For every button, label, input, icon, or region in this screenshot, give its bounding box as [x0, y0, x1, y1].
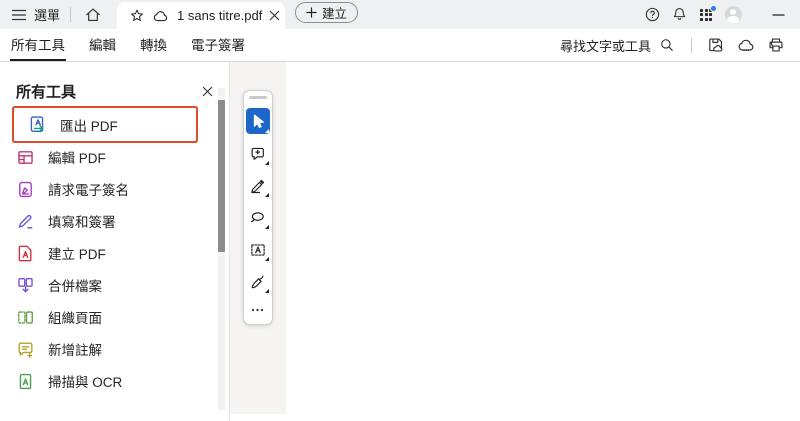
- more-tools[interactable]: ...: [251, 300, 265, 318]
- panel-scrollbar-thumb[interactable]: [218, 100, 225, 252]
- apps-grid-icon[interactable]: [694, 3, 718, 27]
- tool-item-label: 組織頁面: [48, 311, 102, 326]
- hamburger-icon: [10, 3, 28, 27]
- tool-item-create-pdf[interactable]: 建立 PDF: [0, 237, 229, 269]
- tool-item-label: 匯出 PDF: [60, 118, 118, 134]
- scan-ocr-icon: [16, 372, 35, 391]
- panel-title: 所有工具: [16, 83, 77, 101]
- tab-esign[interactable]: 電子簽署: [190, 29, 246, 61]
- home-button[interactable]: [81, 3, 105, 27]
- document-tab[interactable]: 1 sans titre.pdf: [117, 2, 286, 29]
- edit-pdf-icon: [16, 148, 35, 167]
- star-icon[interactable]: [129, 8, 145, 24]
- tool-item-add-comments[interactable]: 新增註解: [0, 333, 229, 365]
- create-button[interactable]: 建立: [295, 2, 359, 23]
- add-comment-tool[interactable]: [246, 142, 270, 166]
- tool-item-combine-files[interactable]: 合併檔案: [0, 269, 229, 301]
- panel-close-icon[interactable]: [197, 81, 217, 101]
- quick-tools-toolbar: ...: [243, 90, 273, 325]
- app-toolbar: 所有工具 編輯 轉換 電子簽署 尋找文字或工具: [0, 29, 800, 62]
- print-icon[interactable]: [764, 33, 788, 57]
- select-tool[interactable]: [246, 108, 270, 134]
- panel-scrollbar-track[interactable]: [218, 88, 225, 410]
- find-label: 尋找文字或工具: [559, 38, 651, 54]
- plus-icon: [306, 7, 317, 18]
- tool-item-edit-pdf[interactable]: 編輯 PDF: [0, 141, 229, 173]
- organize-pages-icon: [16, 308, 35, 327]
- tool-item-label: 編輯 PDF: [48, 151, 106, 166]
- find-tools-button[interactable]: 尋找文字或工具: [560, 36, 675, 55]
- combine-files-icon: [16, 276, 35, 295]
- divider: [70, 7, 72, 22]
- tool-item-label: 掃描與 OCR: [48, 375, 123, 390]
- fill-sign-icon: [16, 212, 35, 231]
- menu-button[interactable]: 選單: [10, 3, 60, 27]
- toolbar-tabs: 所有工具 編輯 轉換 電子簽署: [10, 29, 268, 61]
- cloud-upload-icon[interactable]: [734, 33, 758, 57]
- tool-item-label: 新增註解: [48, 343, 102, 358]
- bell-icon[interactable]: [667, 3, 691, 27]
- add-text-tool[interactable]: [246, 238, 270, 262]
- tab-edit[interactable]: 編輯: [88, 29, 117, 61]
- sign-tool[interactable]: [246, 270, 270, 294]
- tool-item-scan-ocr[interactable]: 掃描與 OCR: [0, 365, 229, 397]
- tool-list: 匯出 PDF 編輯 PDF 請求電子簽名 填寫和簽署 建立 PDF 合併檔案 組…: [0, 108, 229, 397]
- all-tools-panel: 所有工具 匯出 PDF 編輯 PDF 請求電子簽名 填寫和簽署 建立 PDF 合…: [0, 62, 230, 421]
- lasso-tool[interactable]: [246, 206, 270, 230]
- divider: [691, 37, 692, 53]
- menu-label: 選單: [34, 8, 61, 23]
- search-icon: [659, 37, 675, 53]
- add-comments-icon: [16, 340, 35, 359]
- content-area: 所有工具 匯出 PDF 編輯 PDF 請求電子簽名 填寫和簽署 建立 PDF 合…: [0, 62, 800, 421]
- highlight-tool[interactable]: [246, 174, 270, 198]
- tab-title: 1 sans titre.pdf: [177, 8, 263, 23]
- toolbar-drag-handle[interactable]: [249, 96, 267, 99]
- tool-item-label: 合併檔案: [48, 279, 102, 294]
- avatar[interactable]: [721, 3, 745, 27]
- notification-badge: [710, 4, 717, 12]
- tool-item-organize-pages[interactable]: 組織頁面: [0, 301, 229, 333]
- help-button[interactable]: [640, 3, 664, 27]
- save-icon[interactable]: [704, 33, 728, 57]
- tool-item-label: 請求電子簽名: [48, 183, 129, 198]
- tab-all-tools[interactable]: 所有工具: [10, 29, 66, 61]
- create-label: 建立: [322, 7, 348, 21]
- minimize-icon[interactable]: [766, 3, 790, 27]
- tool-item-label: 建立 PDF: [48, 247, 106, 262]
- create-pdf-icon: [16, 244, 35, 263]
- tab-bar: 選單 1 sans titre.pdf 建立: [0, 0, 800, 29]
- request-esign-icon: [16, 180, 35, 199]
- tool-item-label: 填寫和簽署: [48, 215, 116, 230]
- tool-item-export-pdf[interactable]: 匯出 PDF: [14, 108, 196, 141]
- export-pdf-icon: [28, 115, 47, 134]
- document-canvas[interactable]: ...: [230, 62, 800, 421]
- tool-item-request-esign[interactable]: 請求電子簽名: [0, 173, 229, 205]
- cloud-icon: [152, 9, 170, 23]
- tab-close-icon[interactable]: [269, 7, 280, 25]
- tab-convert[interactable]: 轉換: [139, 29, 168, 61]
- tool-item-fill-sign[interactable]: 填寫和簽署: [0, 205, 229, 237]
